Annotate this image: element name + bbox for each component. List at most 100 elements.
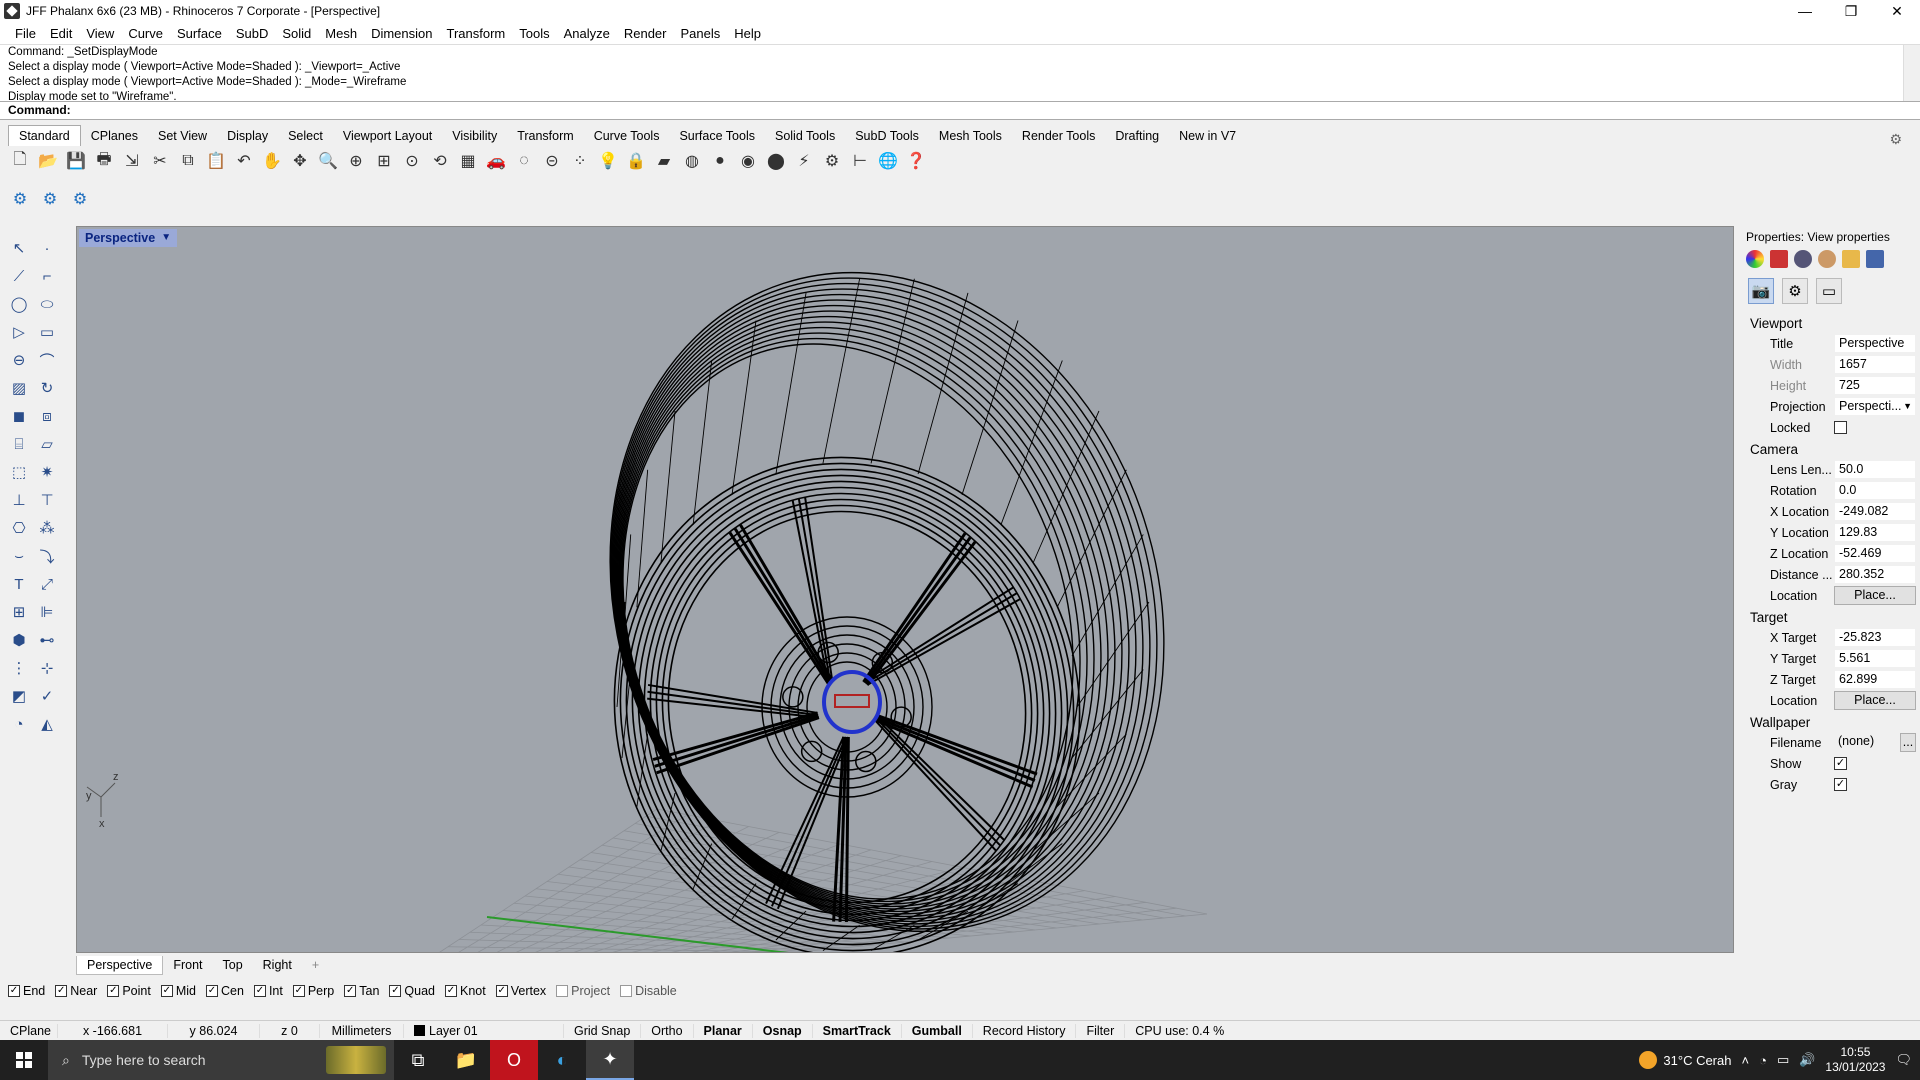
osnap-checkbox[interactable]: ✓: [8, 985, 20, 997]
gumball-toggle[interactable]: Gumball: [902, 1023, 973, 1038]
osnap-checkbox[interactable]: ✓: [495, 985, 508, 997]
title-field[interactable]: Perspective: [1834, 334, 1916, 353]
osnap-checkbox[interactable]: ✓: [389, 985, 402, 997]
battery-icon[interactable]: ▭: [1777, 1052, 1789, 1068]
point-icon[interactable]: ·: [36, 237, 58, 259]
points-on-icon[interactable]: ⁂: [36, 517, 58, 539]
perspective-viewport[interactable]: z y x Perspective ▼: [76, 226, 1734, 953]
arc-icon[interactable]: ⌒: [36, 349, 58, 371]
place-target-button[interactable]: Place...: [1834, 691, 1916, 710]
osnap-checkbox[interactable]: [620, 985, 633, 997]
blue-sphere-icon[interactable]: ⬤: [764, 149, 788, 173]
ground-plane-icon[interactable]: [1866, 250, 1884, 268]
menu-tools[interactable]: Tools: [512, 26, 556, 41]
osnap-checkbox[interactable]: ✓: [292, 985, 305, 997]
menu-edit[interactable]: Edit: [43, 26, 79, 41]
notification-icon[interactable]: 🗨: [1895, 1052, 1912, 1068]
menu-dimension[interactable]: Dimension: [364, 26, 439, 41]
menu-panels[interactable]: Panels: [673, 26, 727, 41]
osnap-mid[interactable]: ✓ Mid: [160, 984, 196, 998]
smarttrack-toggle[interactable]: SmartTrack: [813, 1023, 902, 1038]
osnap-checkbox[interactable]: ✓: [160, 985, 173, 997]
y-location-field[interactable]: 129.83: [1834, 523, 1916, 542]
osnap-tan[interactable]: ✓ Tan: [344, 984, 379, 998]
polyline-icon[interactable]: ⟋: [8, 265, 30, 287]
start-button[interactable]: [0, 1040, 48, 1080]
osnap-checkbox[interactable]: ✓: [107, 985, 120, 997]
ortho-toggle[interactable]: Ortho: [641, 1023, 694, 1038]
polygon-icon[interactable]: ▷: [8, 321, 30, 343]
locked-checkbox[interactable]: [1834, 421, 1847, 434]
folder-icon[interactable]: [1842, 250, 1860, 268]
car-icon[interactable]: 🚗: [484, 149, 508, 173]
control-point-curve-icon[interactable]: ⌐: [36, 265, 58, 287]
menu-subd[interactable]: SubD: [229, 26, 276, 41]
rectangle-icon[interactable]: ▭: [36, 321, 58, 343]
chevron-down-icon[interactable]: ▼: [161, 229, 171, 247]
gray-checkbox[interactable]: ✓: [1834, 778, 1847, 791]
menu-mesh[interactable]: Mesh: [318, 26, 364, 41]
chevron-up-icon[interactable]: ˄: [1741, 1053, 1749, 1068]
lens-length-field[interactable]: 50.0: [1834, 460, 1916, 479]
tab-visibility[interactable]: Visibility: [442, 126, 507, 146]
osnap-checkbox[interactable]: ✓: [445, 985, 457, 997]
four-view-icon[interactable]: ▦: [456, 149, 480, 173]
osnap-checkbox[interactable]: ✓: [206, 985, 218, 997]
array-grid-icon[interactable]: ⋮: [8, 657, 30, 679]
tab-solid-tools[interactable]: Solid Tools: [765, 126, 845, 146]
z-target-field[interactable]: 62.899: [1834, 670, 1916, 689]
edge-icon[interactable]: ◐: [538, 1040, 586, 1080]
tab-standard[interactable]: Standard: [8, 125, 81, 146]
camera-icon[interactable]: 📷: [1748, 278, 1774, 304]
paste-icon[interactable]: 📋: [204, 149, 228, 173]
command-history[interactable]: Command: _SetDisplayMode Select a displa…: [0, 44, 1920, 103]
menu-file[interactable]: File: [8, 26, 43, 41]
osnap-vertex[interactable]: ✓ Vertex: [495, 984, 546, 998]
zoom-selected-icon[interactable]: ⊙: [400, 149, 424, 173]
planar-surface-icon[interactable]: ▱: [36, 433, 58, 455]
rotation-field[interactable]: 0.0: [1834, 481, 1916, 500]
x-location-field[interactable]: -249.082: [1834, 502, 1916, 521]
cut-icon[interactable]: ✂: [148, 149, 172, 173]
revolve-icon[interactable]: ↻: [36, 377, 58, 399]
osnap-checkbox[interactable]: ✓: [253, 985, 266, 997]
weather-widget[interactable]: 31°C Cerah: [1639, 1051, 1731, 1069]
menu-view[interactable]: View: [79, 26, 121, 41]
surface-icon[interactable]: ▨: [8, 377, 30, 399]
tab-subd-tools[interactable]: SubD Tools: [845, 126, 929, 146]
osnap-int[interactable]: ✓ Int: [253, 984, 283, 998]
cplane-label[interactable]: CPlane: [0, 1023, 58, 1038]
mesh-icon[interactable]: ⬚: [8, 461, 30, 483]
taskbar-search[interactable]: ⌕ Type here to search: [48, 1040, 394, 1080]
dimension-icon[interactable]: ⊢: [848, 149, 872, 173]
box-icon[interactable]: ◼: [8, 405, 30, 427]
array-icon[interactable]: ⊞: [8, 601, 30, 623]
plugin-gear-icon[interactable]: ⚙: [8, 187, 32, 211]
pan-icon[interactable]: ✋: [260, 149, 284, 173]
osnap-perp[interactable]: ✓ Perp: [292, 984, 334, 998]
zoom-window-icon[interactable]: ⊕: [344, 149, 368, 173]
current-layer[interactable]: Layer 01: [404, 1023, 564, 1038]
gumball-tool-icon[interactable]: ⊹: [36, 657, 58, 679]
osnap-disable[interactable]: Disable: [620, 984, 677, 998]
plugin-gear-icon[interactable]: ⚙: [38, 187, 62, 211]
record-history-toggle[interactable]: Record History: [973, 1023, 1077, 1038]
material-icon[interactable]: ◭: [36, 713, 58, 735]
z-location-field[interactable]: -52.469: [1834, 544, 1916, 563]
tab-front[interactable]: Front: [163, 956, 212, 974]
blend-icon[interactable]: ⤵: [36, 545, 58, 567]
grid-snap-toggle[interactable]: Grid Snap: [564, 1023, 642, 1038]
material-color-icon[interactable]: [1746, 250, 1764, 268]
planar-toggle[interactable]: Planar: [694, 1023, 753, 1038]
new-icon[interactable]: 🗋: [8, 149, 32, 173]
help-icon[interactable]: ❓: [904, 149, 928, 173]
shaded-sphere-icon[interactable]: ●: [708, 149, 732, 173]
zoom-icon[interactable]: 🔍: [316, 149, 340, 173]
open-icon[interactable]: 📂: [36, 149, 60, 173]
osnap-near[interactable]: ✓ Near: [55, 984, 97, 998]
check-icon[interactable]: ✓: [36, 685, 58, 707]
circle-icon[interactable]: ◯: [8, 293, 30, 315]
tab-render-tools[interactable]: Render Tools: [1012, 126, 1105, 146]
scale-icon[interactable]: ⤢: [36, 573, 58, 595]
tab-transform[interactable]: Transform: [507, 126, 584, 146]
